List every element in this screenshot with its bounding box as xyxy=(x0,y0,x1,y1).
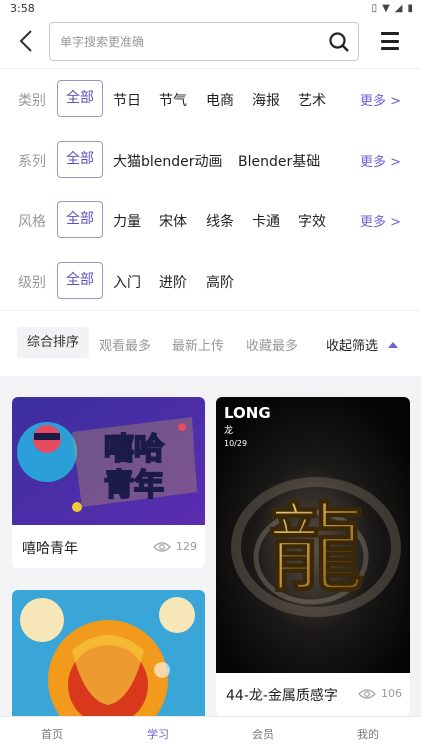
search-box xyxy=(49,22,359,61)
triangle-up-icon xyxy=(388,342,399,348)
course-thumbnail: 嘻哈 青年 xyxy=(12,397,205,525)
more-link[interactable]: 更多 > xyxy=(360,151,401,170)
view-count-value: 106 xyxy=(381,687,402,700)
filter-option[interactable]: 进阶 xyxy=(159,272,187,292)
course-card[interactable]: 嘻哈 青年 嘻哈青年 129 xyxy=(12,397,205,568)
filter-option-all[interactable]: 全部 xyxy=(57,262,103,299)
filter-option[interactable]: 电商 xyxy=(206,90,234,110)
search-input[interactable] xyxy=(60,23,320,60)
nav-item-home[interactable]: 首页 xyxy=(22,726,82,742)
course-title: 嘻哈青年 xyxy=(22,541,78,557)
thumbnail-lettering: 青年 xyxy=(104,468,164,503)
nav-item-profile[interactable]: 我的 xyxy=(338,726,398,742)
back-arrow-icon[interactable] xyxy=(14,28,40,54)
filter-label: 系列 xyxy=(18,154,46,170)
filter-panel: 类别 全部 节日 节气 电商 海报 艺术 更多 > 系列 全部 大猫blende… xyxy=(0,68,421,310)
filter-option-all[interactable]: 全部 xyxy=(57,141,103,178)
status-icons: ▯ ▼ ◢ ▮ xyxy=(372,2,413,16)
filter-option[interactable]: 力量 xyxy=(113,211,141,231)
collapse-filters-button[interactable]: 收起筛选 xyxy=(326,335,399,354)
status-bar: 3:58 ▯ ▼ ◢ ▮ xyxy=(0,0,421,18)
filter-row-category: 类别 全部 节日 节气 电商 海报 艺术 更多 > xyxy=(0,80,421,120)
filter-option[interactable]: 线条 xyxy=(206,211,234,231)
header xyxy=(0,18,421,68)
bottom-nav: 首页 学习 会员 我的 xyxy=(0,716,421,750)
course-card[interactable] xyxy=(12,590,205,716)
thumbnail-lettering: 龍 xyxy=(268,492,364,605)
sort-option-most-favorited[interactable]: 收藏最多 xyxy=(246,335,298,354)
filter-option[interactable]: 卡通 xyxy=(252,211,280,231)
filter-option[interactable]: Blender基础 xyxy=(238,151,320,171)
view-count: 129 xyxy=(153,540,197,553)
filter-row-level: 级别 全部 入门 进阶 高阶 xyxy=(0,262,421,302)
search-icon[interactable] xyxy=(328,31,350,53)
filter-option[interactable]: 入门 xyxy=(113,272,141,292)
sort-option-newest[interactable]: 最新上传 xyxy=(172,335,224,354)
filter-option[interactable]: 节日 xyxy=(113,90,141,110)
poster-header: LONG xyxy=(224,404,271,422)
status-time: 3:58 xyxy=(10,2,35,15)
nav-item-membership[interactable]: 会员 xyxy=(233,726,293,742)
sort-option-default[interactable]: 综合排序 xyxy=(17,327,90,358)
filter-label: 风格 xyxy=(18,214,46,230)
filter-option[interactable]: 高阶 xyxy=(206,272,234,292)
filter-label: 类别 xyxy=(18,93,46,109)
view-count-value: 129 xyxy=(176,540,197,553)
filter-option[interactable]: 大猫blender动画 xyxy=(113,151,223,171)
nav-item-learn[interactable]: 学习 xyxy=(128,726,188,742)
course-title: 44-龙-金属质感字 xyxy=(226,688,338,704)
filter-option-all[interactable]: 全部 xyxy=(57,80,103,117)
view-count: 106 xyxy=(358,687,402,700)
wifi-icon: ▼ xyxy=(382,3,390,14)
collapse-filters-label: 收起筛选 xyxy=(326,339,379,354)
thumbnail-lettering: 嘻哈 xyxy=(104,432,164,467)
sort-option-most-viewed[interactable]: 观看最多 xyxy=(99,335,151,354)
filter-row-series: 系列 全部 大猫blender动画 Blender基础 更多 > xyxy=(0,141,421,181)
course-card[interactable]: LONG 龙 10/29 龍 44-龙-金属质感字 106 xyxy=(216,397,410,716)
filter-option-all[interactable]: 全部 xyxy=(57,201,103,238)
filter-row-style: 风格 全部 力量 宋体 线条 卡通 字效 更多 > xyxy=(0,201,421,241)
poster-subtitle: 龙 xyxy=(224,424,233,436)
poster-date: 10/29 xyxy=(224,439,247,448)
menu-icon[interactable] xyxy=(381,32,401,50)
filter-option[interactable]: 艺术 xyxy=(298,90,326,110)
eye-icon xyxy=(153,541,171,552)
vibrate-icon: ▯ xyxy=(371,3,378,14)
more-link[interactable]: 更多 > xyxy=(360,90,401,109)
more-link[interactable]: 更多 > xyxy=(360,211,401,230)
course-thumbnail: LONG 龙 10/29 龍 xyxy=(216,397,410,673)
course-grid: 嘻哈 青年 嘻哈青年 129 LONG 龙 10/29 龍 44-龙-金属质感字… xyxy=(0,376,421,716)
sort-bar: 综合排序 观看最多 最新上传 收藏最多 收起筛选 xyxy=(0,310,421,376)
filter-option[interactable]: 宋体 xyxy=(159,211,187,231)
filter-option[interactable]: 字效 xyxy=(298,211,326,231)
filter-option[interactable]: 海报 xyxy=(252,90,280,110)
course-thumbnail xyxy=(12,590,205,716)
signal-icon: ◢ xyxy=(394,3,403,14)
filter-label: 级别 xyxy=(18,275,46,291)
filter-option[interactable]: 节气 xyxy=(159,90,187,110)
eye-icon xyxy=(358,688,376,699)
battery-icon: ▮ xyxy=(407,3,413,14)
